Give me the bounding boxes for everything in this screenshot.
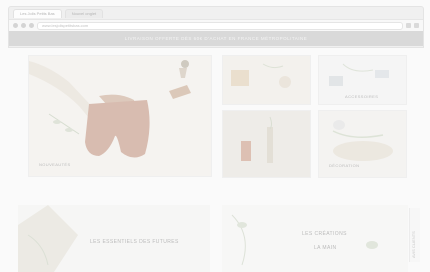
banner-right-image [222, 205, 408, 272]
tab-bar: Les Jolis Petits Bas Nouvel onglet [9, 7, 423, 19]
back-icon[interactable] [13, 23, 18, 28]
product-tile-1[interactable] [222, 55, 311, 105]
menu-icon[interactable] [414, 23, 419, 28]
hero-image [29, 56, 211, 176]
banner-right-title-2: LA MAIN [314, 245, 337, 251]
browser-window: Les Jolis Petits Bas Nouvel onglet www.l… [8, 6, 424, 48]
reviews-side-tab[interactable]: AVIS CLIENTS [409, 208, 420, 262]
address-toolbar: www.lesjolispetitsbas.com [9, 19, 423, 31]
product-tile-3[interactable] [222, 110, 311, 178]
product-tile-2[interactable]: ACCESSOIRES [318, 55, 407, 105]
banner-right-title-1: LES CRÉATIONS [302, 231, 347, 237]
hero-product-tile[interactable]: NOUVEAUTÉS [28, 55, 212, 177]
url-input[interactable]: www.lesjolispetitsbas.com [37, 21, 403, 30]
banner-left[interactable]: LES ESSENTIELS DES FUTURES [18, 205, 210, 272]
banner-left-title: LES ESSENTIELS DES FUTURES [90, 239, 179, 245]
product-tile-4[interactable]: DÉCORATION [318, 110, 407, 178]
announcement-bar: LIVRAISON OFFERTE DÈS 60€ D'ACHAT EN FRA… [9, 31, 423, 46]
hero-label: NOUVEAUTÉS [39, 162, 71, 167]
product-image-3 [223, 111, 310, 177]
reviews-side-tab-label: AVIS CLIENTS [411, 231, 416, 258]
tile-label-accessoires: ACCESSOIRES [345, 94, 379, 99]
tile-label-decoration: DÉCORATION [329, 163, 360, 168]
extension-icon[interactable] [406, 23, 411, 28]
reload-icon[interactable] [29, 23, 34, 28]
tab-active[interactable]: Les Jolis Petits Bas [13, 8, 62, 18]
forward-icon[interactable] [21, 23, 26, 28]
tab-inactive[interactable]: Nouvel onglet [64, 8, 104, 18]
product-image-1 [223, 56, 310, 104]
banner-right[interactable]: LES CRÉATIONS LA MAIN [222, 205, 408, 272]
